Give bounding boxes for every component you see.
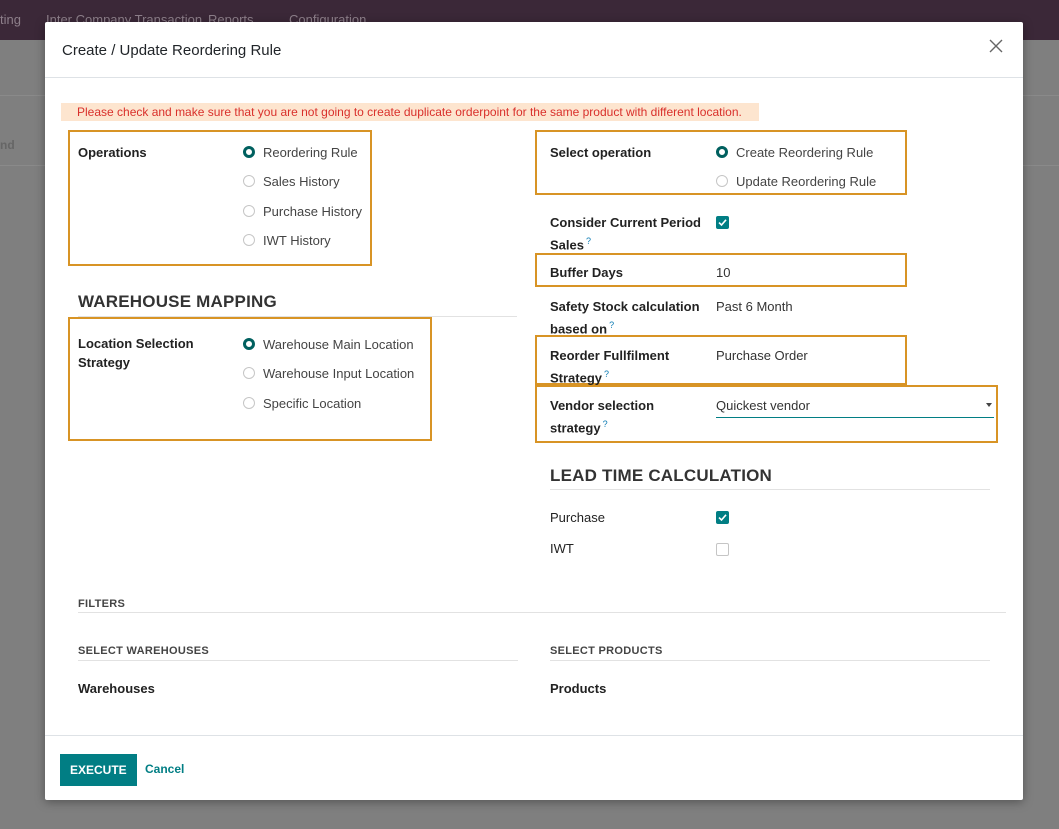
radio-create-reordering-rule[interactable]: Create Reordering Rule [716, 143, 873, 161]
consider-current-period-checkbox[interactable] [716, 216, 729, 229]
menu-item-truncated[interactable]: ting [0, 12, 21, 27]
label-line: strategy [550, 420, 601, 436]
radio-unchecked-icon [243, 397, 255, 409]
check-icon [718, 219, 727, 227]
reorder-fulfilment-label: Reorder Fullfilment Strategy? [550, 346, 669, 387]
background-column-header: nd [0, 138, 15, 152]
cancel-button[interactable]: Cancel [145, 762, 184, 776]
radio-purchase-history[interactable]: Purchase History [243, 202, 362, 220]
filters-title: FILTERS [78, 598, 126, 610]
radio-specific-location[interactable]: Specific Location [243, 394, 361, 412]
dialog-header: Create / Update Reordering Rule [45, 22, 1023, 78]
check-icon [718, 514, 727, 522]
help-icon[interactable]: ? [609, 320, 614, 330]
radio-checked-icon [243, 338, 255, 350]
vendor-selection-select[interactable]: Quickest vendor [716, 396, 994, 418]
section-divider [550, 489, 990, 490]
section-divider [78, 660, 518, 661]
safety-stock-label: Safety Stock calculation based on? [550, 297, 700, 338]
label-line: Reorder Fullfilment [550, 348, 670, 363]
vendor-selection-label: Vendor selection strategy? [550, 396, 654, 437]
radio-unchecked-icon [243, 234, 255, 246]
close-icon[interactable] [987, 37, 1007, 57]
execute-button[interactable]: EXECUTE [60, 754, 137, 786]
radio-label: Warehouse Input Location [263, 365, 415, 381]
iwt-checkbox[interactable] [716, 543, 729, 556]
label-line: Strategy [550, 370, 603, 386]
section-divider [550, 660, 990, 661]
radio-sales-history[interactable]: Sales History [243, 172, 340, 190]
warehouses-label: Warehouses [78, 681, 155, 696]
radio-reordering-rule[interactable]: Reordering Rule [243, 143, 358, 161]
radio-label: Warehouse Main Location [263, 336, 414, 352]
purchase-checkbox[interactable] [716, 511, 729, 524]
buffer-days-label: Buffer Days [550, 265, 623, 280]
help-icon[interactable]: ? [603, 419, 608, 429]
dialog-title: Create / Update Reordering Rule [62, 42, 282, 59]
section-divider [78, 612, 1006, 613]
radio-label: Reordering Rule [263, 144, 358, 160]
select-products-header: SELECT PRODUCTS [550, 645, 663, 657]
radio-iwt-history[interactable]: IWT History [243, 231, 331, 249]
products-label: Products [550, 681, 607, 696]
label-line: Safety Stock calculation [550, 299, 700, 314]
reorder-fulfilment-value: Purchase Order [716, 348, 808, 363]
select-value: Quickest vendor [716, 398, 810, 413]
radio-label: Create Reordering Rule [736, 144, 874, 160]
radio-label: Specific Location [263, 395, 362, 411]
duplicate-warning: Please check and make sure that you are … [61, 103, 759, 121]
consider-current-period-label: Consider Current Period Sales? [550, 213, 701, 254]
radio-label: Update Reordering Rule [736, 173, 877, 189]
radio-checked-icon [716, 146, 728, 158]
purchase-label: Purchase [550, 510, 605, 525]
help-icon[interactable]: ? [586, 236, 591, 246]
radio-unchecked-icon [716, 175, 728, 187]
help-icon[interactable]: ? [604, 369, 609, 379]
operations-label: Operations [78, 145, 147, 160]
location-strategy-label: Location Selection Strategy [78, 334, 194, 372]
radio-warehouse-input-location[interactable]: Warehouse Input Location [243, 364, 414, 382]
reordering-rule-dialog: Create / Update Reordering Rule Please c… [45, 22, 1023, 800]
label-line: Sales [550, 237, 584, 253]
select-operation-label: Select operation [550, 145, 652, 160]
label-line: Location Selection [78, 336, 194, 351]
radio-label: IWT History [263, 232, 331, 248]
radio-checked-icon [243, 146, 255, 158]
warehouse-mapping-title: WAREHOUSE MAPPING [78, 292, 277, 311]
buffer-days-value[interactable]: 10 [716, 263, 730, 282]
radio-unchecked-icon [243, 175, 255, 187]
radio-unchecked-icon [243, 367, 255, 379]
lead-time-title: LEAD TIME CALCULATION [550, 466, 773, 485]
select-warehouses-header: SELECT WAREHOUSES [78, 645, 210, 657]
chevron-down-icon [986, 403, 992, 407]
radio-warehouse-main-location[interactable]: Warehouse Main Location [243, 335, 414, 353]
safety-stock-value: Past 6 Month [716, 299, 793, 314]
radio-label: Purchase History [263, 203, 362, 219]
radio-unchecked-icon [243, 205, 255, 217]
label-line: Consider Current Period [550, 215, 701, 230]
radio-update-reordering-rule[interactable]: Update Reordering Rule [716, 172, 876, 190]
dialog-footer: EXECUTE Cancel [45, 735, 1023, 801]
radio-label: Sales History [263, 173, 340, 189]
iwt-label: IWT [550, 541, 574, 556]
label-line: Strategy [78, 355, 131, 370]
label-line: Vendor selection [550, 398, 655, 413]
